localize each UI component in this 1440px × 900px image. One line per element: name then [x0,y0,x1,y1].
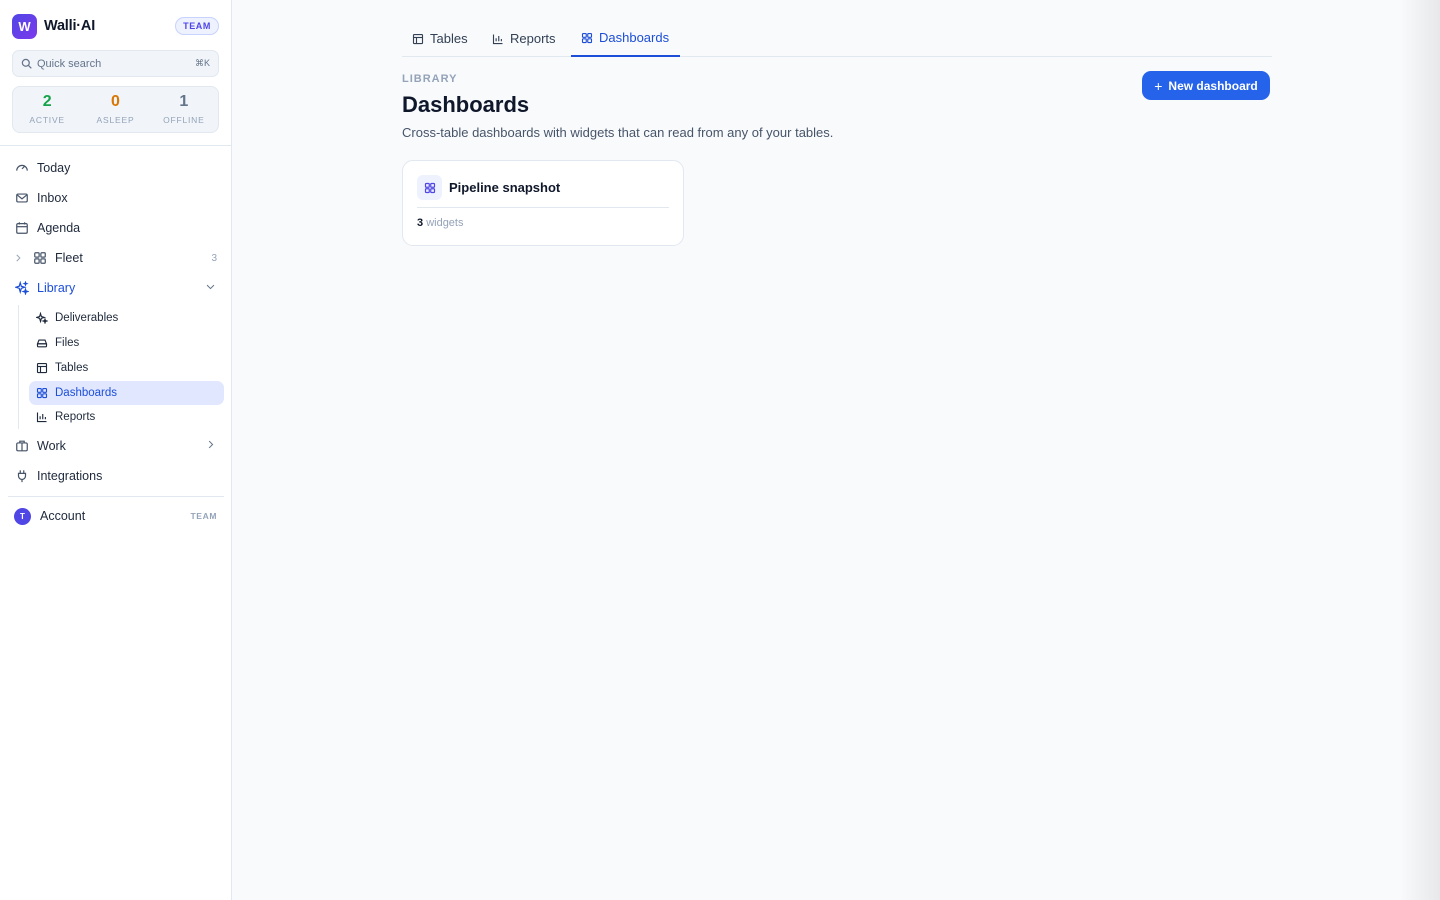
table-icon [412,33,424,44]
card-divider [417,207,669,208]
sidebar-item-agenda[interactable]: Agenda [8,215,224,241]
library-toggle[interactable] [205,281,216,295]
tab-label: Reports [510,31,556,46]
dashboard-card[interactable]: Pipeline snapshot 3 widgets [402,160,684,246]
tab-label: Dashboards [599,30,670,45]
tab-tables[interactable]: Tables [402,20,478,57]
sidebar-item-work[interactable]: Work [8,433,224,459]
calendar-icon [16,222,28,234]
search-placeholder: Quick search [37,57,102,70]
new-dashboard-label: New dashboard [1168,78,1258,93]
section-eyebrow: LIBRARY [402,73,458,85]
page-title: Dashboards [402,92,530,117]
stat-active[interactable]: 2 ACTIVE [13,87,81,132]
sidebar-item-label: Inbox [37,191,68,205]
hard-drive-icon [36,339,48,348]
sidebar-item-today[interactable]: Today [8,155,224,181]
sidebar-subitem-label: Deliverables [55,312,119,324]
plus-icon: + [1154,77,1163,94]
sidebar-item-integrations[interactable]: Integrations [8,463,224,489]
sidebar-item-label: Agenda [37,221,81,235]
new-dashboard-button[interactable]: + New dashboard [1142,71,1270,100]
sidebar-item-label: Library [37,281,76,295]
account-plan-tag: TEAM [190,511,217,521]
sidebar-subitem-label: Files [55,337,80,349]
sidebar-divider [0,145,231,146]
sidebar-subitem-reports[interactable]: Reports [29,405,224,429]
sidebar-item-label: Today [37,161,71,175]
stat-asleep[interactable]: 0 ASLEEP [81,87,149,132]
brand[interactable]: W Walli·AI TEAM [12,13,219,39]
dashboard-card-title: Pipeline snapshot [449,180,561,195]
sidebar-divider [8,496,224,497]
stat-offline-value: 1 [179,93,189,110]
sidebar-subitem-tables[interactable]: Tables [29,356,224,380]
dashboard-grid-icon [36,387,48,399]
window-edge-shadow [1400,0,1440,900]
dashboard-widget-count: 3 widgets [417,217,463,229]
search-shortcut: ⌘K [194,58,210,68]
bar-chart-icon [492,34,503,44]
stat-active-value: 2 [42,93,52,110]
stat-active-label: ACTIVE [29,115,65,125]
tab-dashboards[interactable]: Dashboards [571,20,680,57]
page-description: Cross-table dashboards with widgets that… [402,125,834,140]
main-content: Tables Reports Dashboards LIBRARY Dashbo… [232,0,1440,900]
sidebar-subitem-label: Dashboards [55,387,118,399]
stat-offline[interactable]: 1 OFFLINE [150,87,218,132]
chevron-down-icon [206,284,215,290]
account-menu[interactable]: T Account TEAM [8,503,224,529]
stat-offline-label: OFFLINE [163,115,205,125]
briefcase-icon [16,440,28,452]
sidebar-subitem-label: Tables [55,362,89,374]
account-label: Account [40,509,86,523]
table-icon [36,362,48,374]
avatar: T [14,507,31,525]
sidebar-item-label: Work [37,439,66,453]
plug-icon [17,470,27,483]
brand-name: Walli·AI [44,18,96,34]
sidebar-item-library[interactable]: Library [8,275,224,301]
chevron-right-icon [208,440,214,449]
widget-count-value: 3 [417,217,424,229]
dashboard-grid-icon [424,182,435,193]
tab-label: Tables [430,31,468,46]
dashboard-grid-icon [581,32,593,43]
chevron-right-icon[interactable] [13,253,23,263]
sidebar-item-inbox[interactable]: Inbox [8,185,224,211]
stat-asleep-label: ASLEEP [96,115,135,125]
plan-badge: TEAM [175,17,219,35]
brand-logo: W [12,13,37,39]
quick-search-input[interactable]: Quick search ⌘K [12,50,219,77]
sidebar-item-label: Fleet [55,251,83,265]
search-icon [21,58,32,69]
grid-icon [34,252,46,264]
dashboard-card-icon [417,175,442,200]
sparkles-icon [15,281,29,295]
sidebar-subitem-dashboards[interactable]: Dashboards [29,381,224,405]
sidebar: W Walli·AI TEAM Quick search ⌘K 2 ACTIVE… [0,0,232,900]
sidebar-subitem-files[interactable]: Files [29,331,224,355]
mail-icon [16,193,28,203]
work-toggle[interactable] [205,439,216,453]
stat-asleep-value: 0 [111,93,120,110]
sidebar-item-label: Integrations [37,469,103,483]
tree-guide-line [18,305,19,429]
gauge-icon [16,164,28,171]
agent-status-summary: 2 ACTIVE 0 ASLEEP 1 OFFLINE [12,86,219,133]
tab-reports[interactable]: Reports [482,20,566,57]
bar-chart-icon [36,412,47,423]
widget-count-label: widgets [426,217,464,229]
sidebar-subitem-deliverables[interactable]: Deliverables [29,306,224,330]
fleet-count: 3 [211,252,217,264]
sidebar-subitem-label: Reports [55,411,96,423]
library-tabs: Tables Reports Dashboards [402,20,1272,57]
sidebar-item-fleet[interactable]: Fleet 3 [8,245,224,271]
sparkles-icon [36,312,48,324]
